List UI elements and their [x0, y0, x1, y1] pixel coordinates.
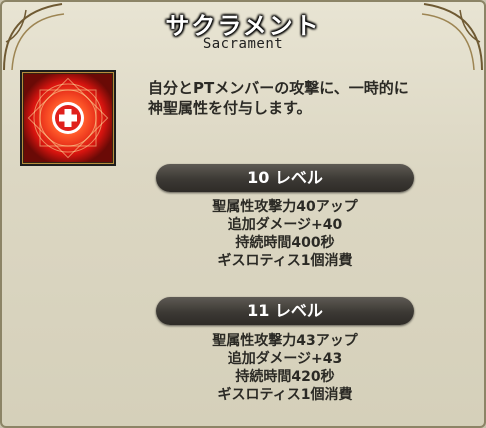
skill-icon-frame [20, 70, 116, 166]
effect-line: 追加ダメージ+40 [227, 217, 343, 233]
level-title: 10 レベル [247, 168, 323, 187]
effect-line: 追加ダメージ+43 [227, 351, 343, 367]
level-title: 11 レベル [247, 301, 323, 320]
description-line: 自分とPTメンバーの攻撃に、一時的に [148, 79, 409, 97]
effect-line: ギスロティス1個消費 [217, 387, 353, 403]
effect-line: ギスロティス1個消費 [217, 253, 353, 269]
level-effects-11: 聖属性攻撃力43アップ 追加ダメージ+43 持続時間420秒 ギスロティス1個消… [152, 332, 418, 404]
effect-line: 持続時間400秒 [235, 235, 335, 251]
effect-line: 聖属性攻撃力43アップ [212, 333, 358, 349]
level-effects-10: 聖属性攻撃力40アップ 追加ダメージ+40 持続時間400秒 ギスロティス1個消… [152, 198, 418, 270]
effect-line: 聖属性攻撃力40アップ [212, 199, 358, 215]
description-line: 神聖属性を付与します。 [148, 99, 312, 117]
skill-tooltip: サクラメント Sacrament 自分とPTメンバーの攻撃に、一時的に 神聖属性… [0, 0, 486, 428]
skill-description: 自分とPTメンバーの攻撃に、一時的に 神聖属性を付与します。 [148, 78, 468, 118]
level-header-11: 11 レベル [156, 297, 414, 325]
skill-subtitle: Sacrament [202, 36, 284, 52]
effect-line: 持続時間420秒 [235, 369, 335, 385]
holy-cross-icon [24, 74, 112, 162]
level-header-10: 10 レベル [156, 164, 414, 192]
tooltip-header: サクラメント Sacrament [2, 2, 484, 58]
